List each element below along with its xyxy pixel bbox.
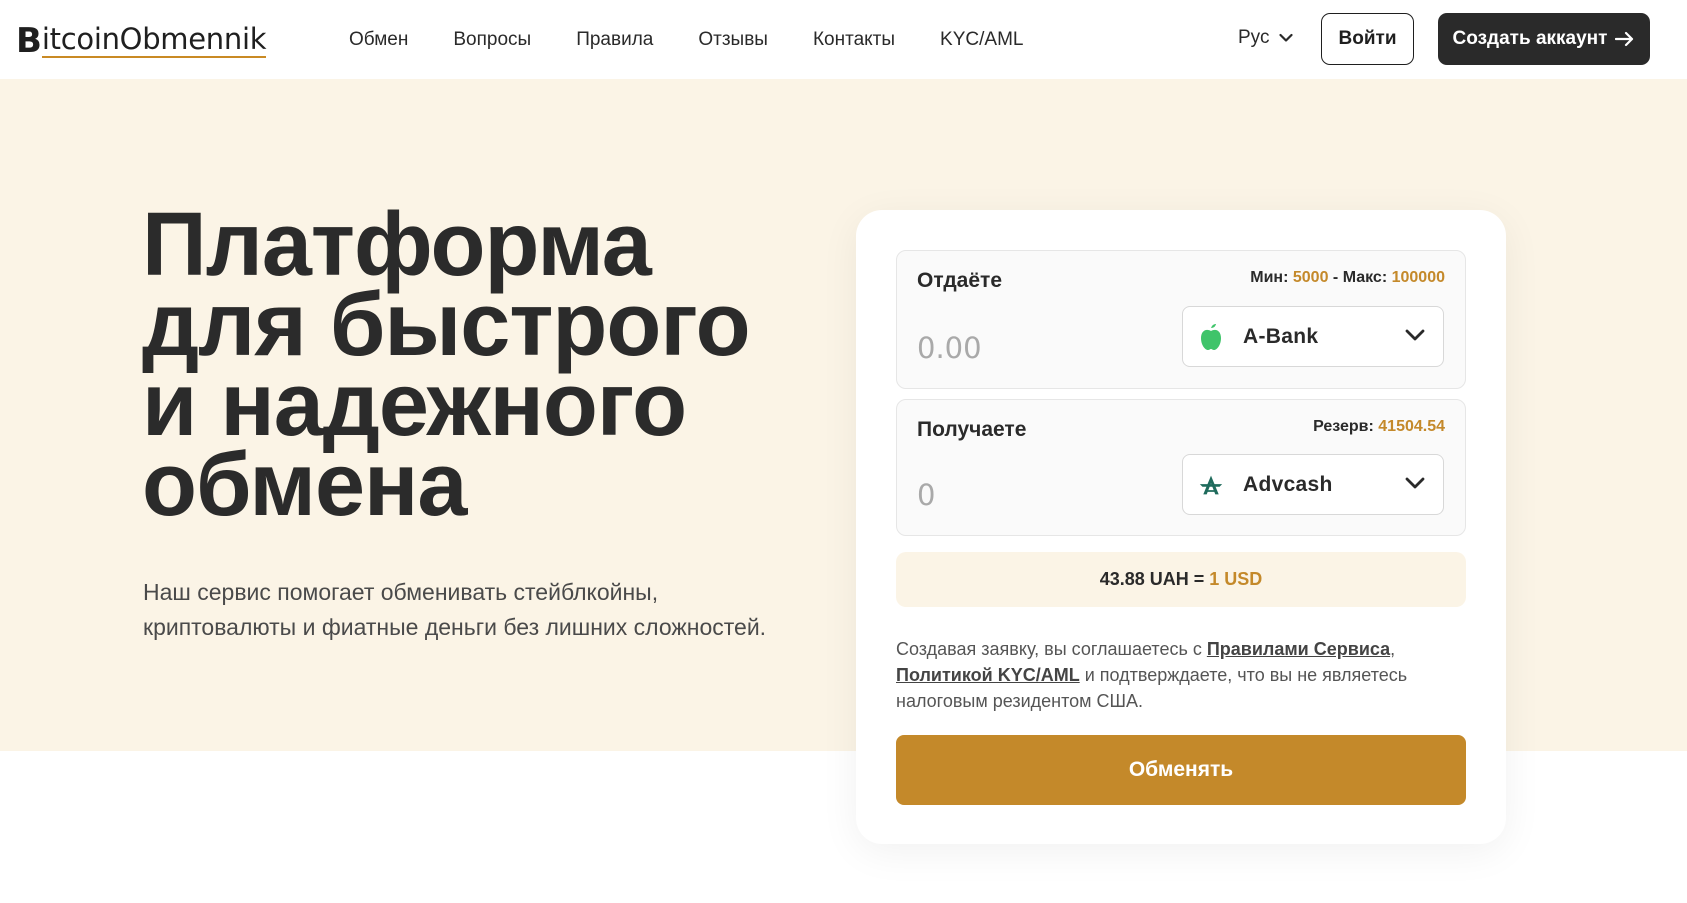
nav-link-rules[interactable]: Правила	[576, 29, 653, 51]
logo-bitcoin-letter: B	[16, 21, 42, 61]
logo-text: itcoinObmennik	[41, 22, 267, 58]
language-selector[interactable]: Рус	[1238, 27, 1294, 49]
min-value: 5000	[1292, 269, 1329, 286]
exchange-rate: 43.88 UAH = 1 USD	[896, 552, 1466, 607]
give-panel: Отдаёте Мин: 5000 - Макс: 100000 0.00 A-…	[896, 250, 1466, 389]
get-currency-label: Advcash	[1243, 472, 1333, 496]
hero-title-line: и надежного	[142, 355, 687, 455]
give-amount-input[interactable]: 0.00	[917, 331, 982, 365]
reserve-info: Резерв: 41504.54	[1313, 418, 1445, 436]
create-account-label: Создать аккаунт	[1452, 28, 1608, 49]
reserve-value: 41504.54	[1378, 418, 1445, 435]
kyc-aml-policy-link[interactable]: Политикой KYC/AML	[896, 665, 1080, 685]
terms-text: Создавая заявку, вы соглашаетесь с Прави…	[896, 636, 1466, 714]
terms-part2: ,	[1390, 639, 1396, 659]
hero-title: Платформа для быстрого и надежного обмен…	[142, 195, 822, 535]
nav-link-exchange[interactable]: Обмен	[349, 29, 408, 51]
terms-part1: Создавая заявку, вы соглашаетесь с	[896, 639, 1207, 659]
reserve-label: Резерв:	[1313, 418, 1374, 435]
site-header: B itcoinObmennik Обмен Вопросы Правила О…	[0, 0, 1687, 79]
hero-subtitle: Наш сервис помогает обменивать стейблкой…	[143, 579, 767, 640]
max-label: Макс:	[1342, 269, 1388, 286]
language-label: Рус	[1238, 27, 1270, 48]
give-currency-select[interactable]: A-Bank	[1182, 306, 1444, 367]
give-label: Отдаёте	[917, 269, 1002, 292]
logo[interactable]: B itcoinObmennik	[16, 18, 267, 61]
nav-link-kyc-aml[interactable]: KYC/AML	[940, 29, 1023, 51]
exchange-button-label: Обменять	[1128, 758, 1234, 781]
exchange-card: Отдаёте Мин: 5000 - Макс: 100000 0.00 A-…	[856, 210, 1506, 844]
limits-separator: -	[1332, 269, 1339, 286]
login-button[interactable]: Войти	[1321, 13, 1414, 65]
rate-from: 43.88 UAH =	[1099, 569, 1205, 589]
nav-link-reviews[interactable]: Отзывы	[698, 29, 768, 51]
get-label: Получаете	[917, 418, 1027, 441]
get-currency-select[interactable]: Advcash	[1182, 454, 1444, 515]
min-label: Мин:	[1250, 269, 1289, 286]
nav-link-faq[interactable]: Вопросы	[453, 29, 531, 51]
rate-to: 1 USD	[1209, 569, 1263, 589]
give-currency-label: A-Bank	[1243, 324, 1319, 348]
main-nav: Обмен Вопросы Правила Отзывы Контакты KY…	[349, 0, 1068, 79]
get-panel: Получаете Резерв: 41504.54 0 Advcash	[896, 399, 1466, 536]
advcash-icon	[1199, 471, 1223, 499]
hero-title-line: обмена	[142, 435, 467, 535]
nav-link-contacts[interactable]: Контакты	[813, 29, 895, 51]
apple-icon	[1199, 323, 1223, 351]
hero-title-line: для быстрого	[142, 275, 751, 375]
create-account-button[interactable]: Создать аккаунт	[1438, 13, 1650, 65]
chevron-down-icon	[1405, 329, 1425, 341]
chevron-down-icon	[1405, 477, 1425, 489]
hero-title-line: Платформа	[142, 195, 652, 295]
give-limits: Мин: 5000 - Макс: 100000	[1250, 269, 1445, 287]
max-value: 100000	[1391, 269, 1445, 286]
login-button-label: Войти	[1338, 28, 1397, 49]
exchange-button[interactable]: Обменять	[896, 735, 1466, 805]
get-amount-input[interactable]: 0	[917, 478, 935, 512]
service-rules-link[interactable]: Правилами Сервиса	[1207, 639, 1390, 659]
arrow-right-icon	[1615, 31, 1634, 47]
chevron-down-icon	[1279, 33, 1294, 42]
